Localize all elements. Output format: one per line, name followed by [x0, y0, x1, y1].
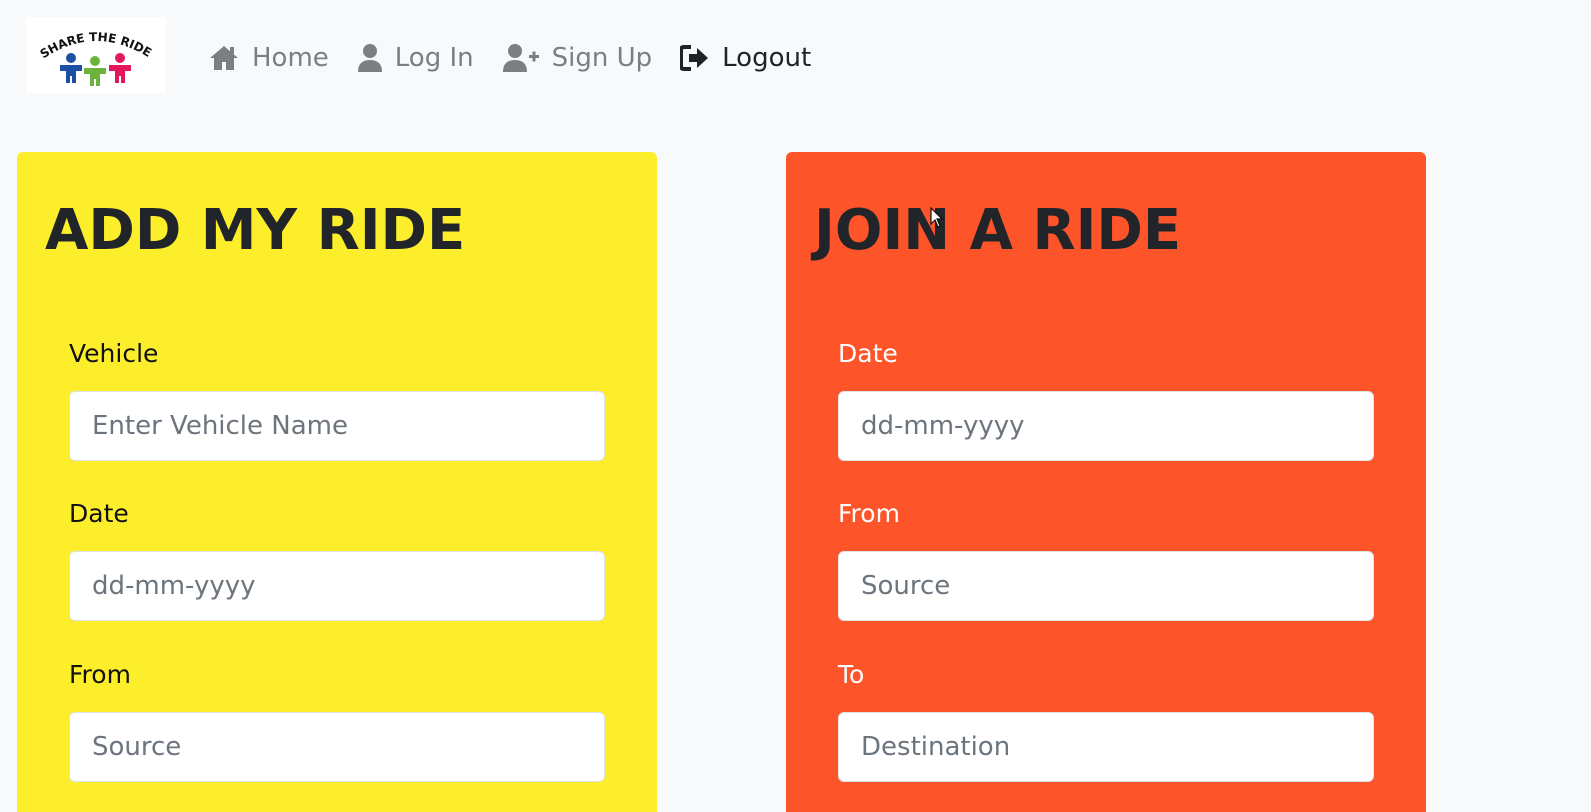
add-from-input[interactable]: [69, 712, 605, 782]
user-icon: [357, 43, 383, 73]
join-date-label: Date: [838, 339, 898, 368]
nav-logout-label: Logout: [722, 43, 812, 73]
join-to-label: To: [838, 660, 865, 689]
nav-links: Home Log In Sign Up Logout: [208, 36, 839, 80]
join-ride-card: JOIN A RIDE Date From To: [786, 152, 1426, 812]
vehicle-input[interactable]: [69, 391, 605, 461]
logo-image: SHARE THE RIDE: [38, 30, 154, 86]
join-to-input[interactable]: [838, 712, 1374, 782]
nav-home-label: Home: [252, 43, 329, 73]
vehicle-label: Vehicle: [69, 339, 159, 368]
user-plus-icon: [502, 43, 540, 73]
nav-signup-label: Sign Up: [551, 43, 653, 73]
add-from-label: From: [69, 660, 131, 689]
nav-login-label: Log In: [394, 43, 474, 73]
join-from-label: From: [838, 499, 900, 528]
nav-login-link[interactable]: Log In: [357, 43, 474, 73]
navbar: SHARE THE RIDE Home Log In Sign Up Logou…: [0, 0, 1591, 120]
nav-signup-link[interactable]: Sign Up: [502, 43, 653, 73]
join-date-input[interactable]: [838, 391, 1374, 461]
home-icon: [208, 44, 240, 72]
sign-out-icon: [680, 45, 710, 71]
nav-home-link[interactable]: Home: [208, 43, 329, 73]
add-ride-card: ADD MY RIDE Vehicle Date From: [17, 152, 657, 812]
mouse-cursor-icon: [930, 207, 944, 228]
join-ride-title: JOIN A RIDE: [814, 198, 1182, 263]
add-date-label: Date: [69, 499, 129, 528]
add-ride-title: ADD MY RIDE: [45, 198, 466, 263]
share-the-ride-logo[interactable]: SHARE THE RIDE: [26, 17, 166, 93]
nav-logout-link[interactable]: Logout: [680, 43, 811, 73]
add-date-input[interactable]: [69, 551, 605, 621]
join-from-input[interactable]: [838, 551, 1374, 621]
